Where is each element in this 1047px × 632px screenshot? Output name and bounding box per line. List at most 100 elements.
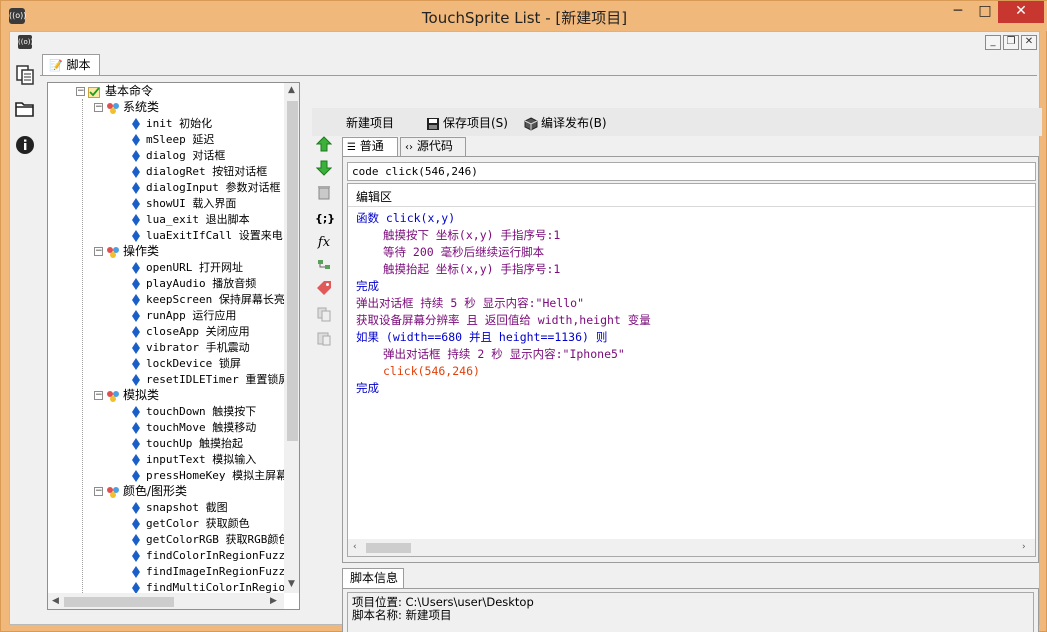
edit-area[interactable]: 编辑区 函数 click(x,y) 触摸按下 坐标(x,y) 手指序号:1 等待… xyxy=(347,183,1036,557)
code-statement[interactable]: 函数 click(x,y) xyxy=(356,210,455,227)
mdi-restore-button[interactable]: ❐ xyxy=(1003,35,1019,50)
code-statement[interactable]: 弹出对话框 持续 2 秒 显示内容:"Iphone5" xyxy=(383,346,625,363)
tree-horizontal-scroll-thumb[interactable] xyxy=(64,597,174,607)
tree-item-label: findImageInRegionFuzzy xyxy=(146,565,292,578)
category-icon xyxy=(106,246,120,258)
tree-item[interactable]: getColorRGB 获取RGB颜色 xyxy=(132,531,289,547)
minimize-button[interactable]: ─ xyxy=(944,1,972,23)
tree-item[interactable]: openURL 打开网址 xyxy=(132,259,243,275)
save-project-button[interactable]: 保存项目(S) xyxy=(426,114,508,132)
tree-item-label: vibrator 手机震动 xyxy=(146,341,250,354)
code-statement[interactable]: 弹出对话框 持续 5 秒 显示内容:"Hello" xyxy=(356,295,584,312)
collapse-icon[interactable]: − xyxy=(94,391,103,400)
tree-item[interactable]: closeApp 关闭应用 xyxy=(132,323,250,339)
tree-vertical-scroll-thumb[interactable] xyxy=(287,101,298,441)
collapse-icon[interactable]: − xyxy=(76,87,85,96)
tab-normal[interactable]: ☰ 普通 xyxy=(342,137,398,156)
tree-item[interactable]: mSleep 延迟 xyxy=(132,131,214,147)
code-line-field[interactable]: code click(546,246) xyxy=(347,162,1036,181)
tree-item[interactable]: init 初始化 xyxy=(132,115,212,131)
scroll-left-icon[interactable]: ‹ xyxy=(353,542,357,552)
tab-script-info[interactable]: 脚本信息 xyxy=(342,568,404,588)
tree-item[interactable]: luaExitIfCall 设置来电 xyxy=(132,227,283,243)
tree-item[interactable]: snapshot 截图 xyxy=(132,499,228,515)
command-icon xyxy=(132,581,140,594)
editor-horizontal-scrollbar[interactable]: ‹ › xyxy=(348,539,1035,556)
tree-category[interactable]: − 操作类 xyxy=(94,243,159,259)
collapse-icon[interactable]: − xyxy=(94,487,103,496)
code-statement[interactable]: click(546,246) xyxy=(383,363,480,380)
save-icon xyxy=(426,117,440,131)
tree-category[interactable]: − 系统类 xyxy=(94,99,159,115)
tree-item[interactable]: dialogRet 按钮对话框 xyxy=(132,163,267,179)
tree-root[interactable]: − 基本命令 xyxy=(76,83,153,99)
tab-source[interactable]: ‹› 源代码 xyxy=(400,137,466,156)
tree-vertical-scrollbar[interactable]: ▲ ▼ xyxy=(284,83,299,593)
code-statement[interactable]: 触摸抬起 坐标(x,y) 手指序号:1 xyxy=(383,261,560,278)
tree-item[interactable]: lockDevice 锁屏 xyxy=(132,355,241,371)
tree-item[interactable]: touchUp 触摸抬起 xyxy=(132,435,243,451)
tree-item[interactable]: inputText 模拟输入 xyxy=(132,451,256,467)
tree-insert-icon[interactable] xyxy=(315,258,333,276)
tree-item[interactable]: touchMove 触摸移动 xyxy=(132,419,256,435)
title-bar[interactable]: ((o)) TouchSprite List - [新建项目] ─ □ ✕ xyxy=(1,1,1047,31)
mdi-minimize-button[interactable]: _ xyxy=(985,35,1001,50)
tree-horizontal-scrollbar[interactable]: ◀ ▶ xyxy=(48,593,284,609)
function-icon[interactable]: fx xyxy=(315,234,333,252)
paste-icon[interactable] xyxy=(315,330,333,348)
command-icon xyxy=(132,357,140,370)
tree-category[interactable]: − 颜色/图形类 xyxy=(94,483,187,499)
new-project-button[interactable]: 新建项目 xyxy=(346,114,394,132)
tab-script[interactable]: 📝 脚本 xyxy=(42,54,100,76)
tree-item[interactable]: findColorInRegionFuzzy xyxy=(132,547,292,563)
code-statement[interactable]: 获取设备屏幕分辨率 且 返回值给 width,height 变量 xyxy=(356,312,651,329)
tag-icon[interactable] xyxy=(315,280,333,298)
compile-publish-button[interactable]: 编译发布(B) xyxy=(524,114,607,132)
tree-category[interactable]: − 模拟类 xyxy=(94,387,159,403)
braces-icon[interactable]: {;} xyxy=(315,210,335,228)
code-statement[interactable]: 完成 xyxy=(356,380,379,397)
code-statement[interactable]: 完成 xyxy=(356,278,379,295)
scroll-left-icon[interactable]: ◀ xyxy=(52,596,59,606)
mdi-close-button[interactable]: ✕ xyxy=(1021,35,1037,50)
copy-icon[interactable] xyxy=(315,306,333,324)
command-icon xyxy=(132,437,140,450)
delete-icon[interactable] xyxy=(315,184,333,202)
tree-item[interactable]: runApp 运行应用 xyxy=(132,307,236,323)
info-icon[interactable] xyxy=(14,134,36,156)
tree-item[interactable]: getColor 获取颜色 xyxy=(132,515,250,531)
scroll-up-icon[interactable]: ▲ xyxy=(288,85,295,95)
documents-icon[interactable] xyxy=(14,64,36,86)
tree-item[interactable]: findImageInRegionFuzzy xyxy=(132,563,292,579)
scroll-right-icon[interactable]: › xyxy=(1022,542,1026,552)
command-icon xyxy=(132,405,140,418)
script-info-content: 项目位置: C:\Users\user\Desktop 脚本名称: 新建项目 xyxy=(347,592,1034,632)
tree-item[interactable]: vibrator 手机震动 xyxy=(132,339,250,355)
tree-item[interactable]: resetIDLETimer 重置锁屏 xyxy=(132,371,289,387)
tree-item[interactable]: pressHomeKey 模拟主屏幕 xyxy=(132,467,287,483)
tab-source-label: 源代码 xyxy=(416,139,453,153)
scroll-right-icon[interactable]: ▶ xyxy=(270,596,277,606)
tree-item[interactable]: dialog 对话框 xyxy=(132,147,225,163)
editor-horizontal-scroll-thumb[interactable] xyxy=(366,543,411,553)
code-statement[interactable]: 如果 (width==680 并且 height==1136) 则 xyxy=(356,329,607,346)
code-statement[interactable]: 等待 200 毫秒后继续运行脚本 xyxy=(383,244,544,261)
collapse-icon[interactable]: − xyxy=(94,247,103,256)
tree-item-label: luaExitIfCall 设置来电 xyxy=(146,229,283,242)
tree-item[interactable]: dialogInput 参数对话框 xyxy=(132,179,280,195)
tree-item[interactable]: playAudio 播放音频 xyxy=(132,275,256,291)
folder-icon[interactable] xyxy=(14,98,36,120)
move-up-icon[interactable] xyxy=(315,136,333,154)
maximize-button[interactable]: □ xyxy=(971,1,999,23)
move-down-icon[interactable] xyxy=(315,160,333,178)
scroll-down-icon[interactable]: ▼ xyxy=(288,579,295,589)
tree-item[interactable]: showUI 载入界面 xyxy=(132,195,236,211)
close-button[interactable]: ✕ xyxy=(998,1,1044,23)
command-icon xyxy=(132,549,140,562)
tree-item[interactable]: touchDown 触摸按下 xyxy=(132,403,256,419)
tree-item[interactable]: lua_exit 退出脚本 xyxy=(132,211,250,227)
collapse-icon[interactable]: − xyxy=(94,103,103,112)
code-statement[interactable]: 触摸按下 坐标(x,y) 手指序号:1 xyxy=(383,227,560,244)
tree-item[interactable]: keepScreen 保持屏幕长亮 xyxy=(132,291,285,307)
command-icon xyxy=(132,149,140,162)
